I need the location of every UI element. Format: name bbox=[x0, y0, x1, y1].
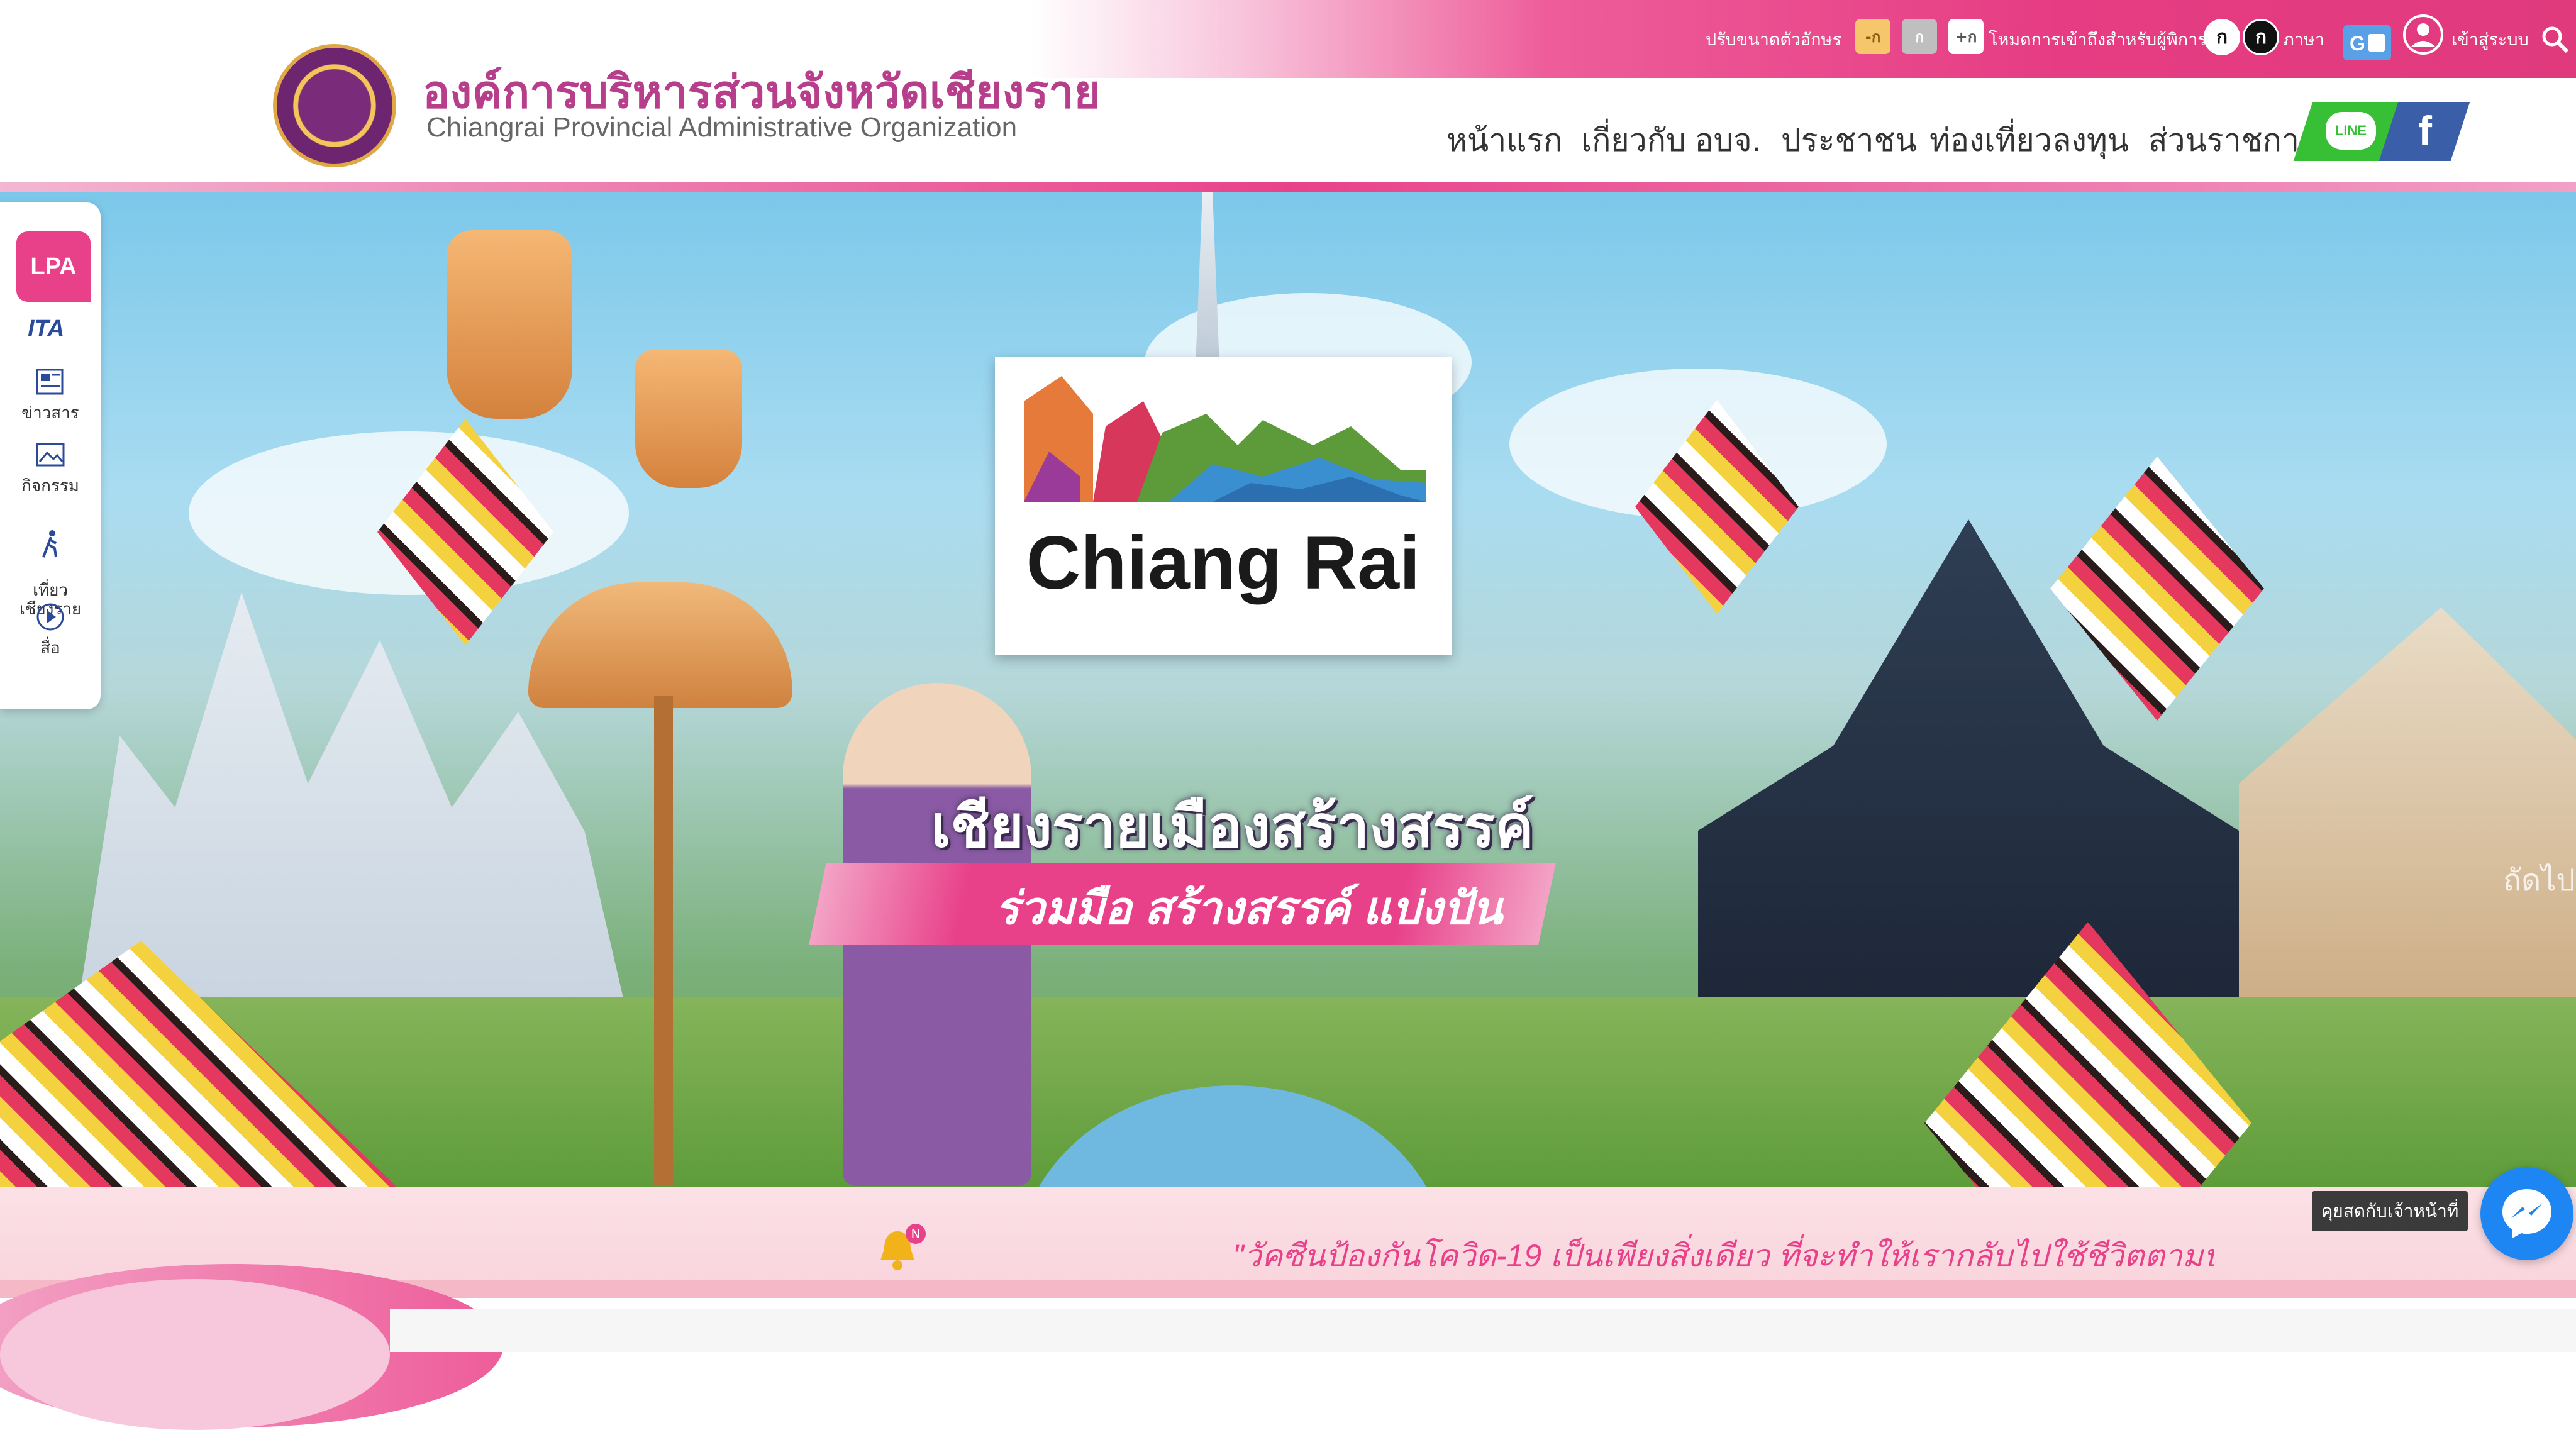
chat-tooltip: คุยสดกับเจ้าหน้าที่ bbox=[2312, 1191, 2468, 1231]
nav-tourism-investment[interactable]: ท่องเที่ยวลงทุน bbox=[1929, 116, 2129, 165]
font-size-label: ปรับขนาดตัวอักษร bbox=[1706, 30, 1841, 50]
facebook-icon: f bbox=[2418, 108, 2432, 154]
play-icon bbox=[36, 603, 64, 631]
user-icon[interactable] bbox=[2402, 14, 2444, 55]
gallery-icon bbox=[36, 443, 65, 467]
header-stripe bbox=[0, 182, 2576, 192]
quick-menu-activities[interactable]: กิจกรรม bbox=[0, 440, 101, 499]
quick-menu-media[interactable]: สื่อ bbox=[0, 602, 101, 661]
white-temple bbox=[75, 592, 629, 1023]
mountain-logo-icon bbox=[1024, 376, 1426, 502]
announcement-text[interactable]: "วัคซีนป้องกันโควิด-19 เป็นเพียงสิ่งเดีย… bbox=[1233, 1231, 2214, 1281]
ita-button[interactable]: ITA bbox=[28, 316, 64, 343]
walking-person-icon bbox=[42, 530, 57, 558]
quick-menu-news[interactable]: ข่าวสาร bbox=[0, 367, 101, 426]
svg-text:G: G bbox=[2350, 32, 2365, 55]
hero-next-label[interactable]: ถัดไป bbox=[2503, 856, 2575, 904]
nav-government[interactable]: ส่วนราชการ bbox=[2148, 116, 2316, 165]
newspaper-icon bbox=[36, 369, 64, 395]
lantern bbox=[447, 230, 572, 419]
content-panel bbox=[390, 1309, 2576, 1352]
nav-home[interactable]: หน้าแรก bbox=[1446, 116, 1563, 165]
accessibility-label: โหมดการเข้าถึงสำหรับผู้พิการ bbox=[1989, 30, 2207, 50]
site-title-en: Chiangrai Provincial Administrative Orga… bbox=[426, 112, 1018, 143]
nav-citizen[interactable]: ประชาชน bbox=[1781, 116, 1917, 165]
messenger-icon bbox=[2502, 1189, 2551, 1238]
contrast-high-button[interactable]: ก bbox=[2243, 19, 2279, 55]
chiang-rai-logo: Chiang Rai bbox=[995, 357, 1452, 655]
login-link[interactable]: เข้าสู่ระบบ bbox=[2451, 21, 2529, 57]
lantern bbox=[635, 350, 742, 488]
spire bbox=[1195, 192, 1220, 381]
line-icon: LINE bbox=[2326, 112, 2376, 150]
quick-menu-media-label: สื่อ bbox=[40, 639, 60, 658]
contrast-normal-button[interactable]: ก bbox=[2204, 19, 2240, 55]
notification-badge: N bbox=[906, 1224, 926, 1244]
hero-slogan: เชียงรายเมืองสร้างสรรค์ bbox=[931, 795, 1534, 859]
chiang-rai-logo-text: Chiang Rai bbox=[1026, 521, 1421, 605]
quick-menu-news-label: ข่าวสาร bbox=[21, 404, 79, 423]
decorative-curve bbox=[0, 1279, 390, 1430]
quick-menu-activities-label: กิจกรรม bbox=[21, 477, 79, 496]
quick-menu: LPA ITA ข่าวสาร กิจกรรม เที่ยว เชียงราย … bbox=[0, 202, 101, 709]
font-normal-button[interactable]: ก bbox=[1902, 19, 1937, 54]
hero-subslogan: ร่วมมือ สร้างสรรค์ แบ่งปัน bbox=[995, 884, 1503, 934]
nav-about[interactable]: เกี่ยวกับ อบจ. bbox=[1581, 116, 1761, 165]
hero-banner[interactable]: ถัดไป bbox=[0, 192, 2576, 1187]
language-label: ภาษา bbox=[2283, 30, 2324, 50]
pao-logo[interactable] bbox=[273, 44, 396, 167]
umbrella-pole bbox=[654, 696, 673, 1186]
blue-temple bbox=[2239, 607, 2576, 1048]
translate-icon[interactable]: G bbox=[2343, 25, 2391, 60]
lpa-button[interactable]: LPA bbox=[16, 231, 91, 302]
font-decrease-button[interactable]: -ก bbox=[1855, 19, 1890, 54]
lanna-pattern bbox=[2050, 457, 2264, 721]
paper-umbrella bbox=[528, 582, 792, 708]
search-icon[interactable] bbox=[2541, 25, 2570, 54]
utility-bar: ปรับขนาดตัวอักษร -ก ก +ก โหมดการเข้าถึงส… bbox=[0, 0, 2576, 78]
font-increase-button[interactable]: +ก bbox=[1948, 19, 1984, 54]
messenger-button[interactable] bbox=[2480, 1167, 2573, 1260]
